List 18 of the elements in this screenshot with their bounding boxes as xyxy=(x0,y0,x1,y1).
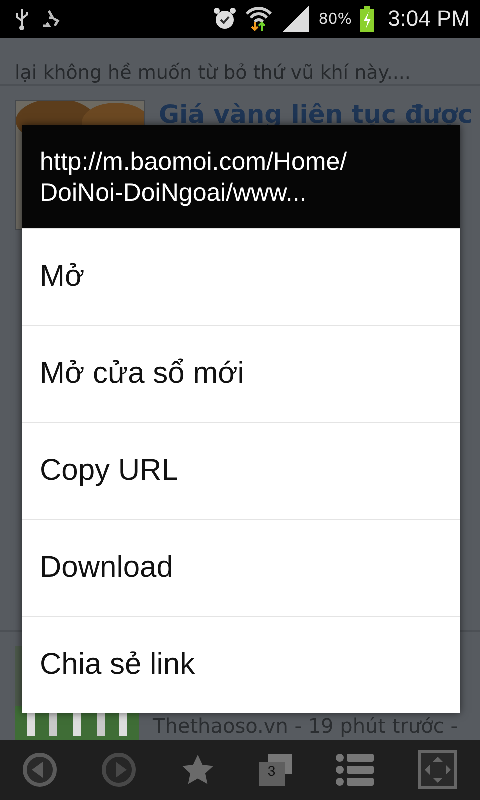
star-icon[interactable] xyxy=(181,754,216,786)
battery-icon xyxy=(360,6,374,32)
usb-icon xyxy=(14,7,30,31)
menu-item[interactable]: Copy URL xyxy=(22,422,460,519)
signal-icon xyxy=(280,6,311,32)
menu-item[interactable]: Download xyxy=(22,519,460,616)
dialog-title: http://m.baomoi.com/Home/ DoiNoi-DoiNgoai/www... xyxy=(22,125,460,228)
menu-item[interactable]: Mở xyxy=(22,228,460,325)
alarm-icon xyxy=(212,7,237,31)
list-icon[interactable] xyxy=(336,753,374,787)
back-icon[interactable] xyxy=(22,752,58,788)
battery-percent: 80% xyxy=(318,10,352,28)
wifi-icon xyxy=(244,6,273,32)
clock: 3:04 PM xyxy=(388,6,470,32)
menu-item[interactable]: Chia sẻ link xyxy=(22,616,460,713)
forward-icon[interactable] xyxy=(101,752,138,788)
menu-item[interactable]: Mở cửa sổ mới xyxy=(22,325,460,422)
fullscreen-icon[interactable] xyxy=(418,750,458,790)
